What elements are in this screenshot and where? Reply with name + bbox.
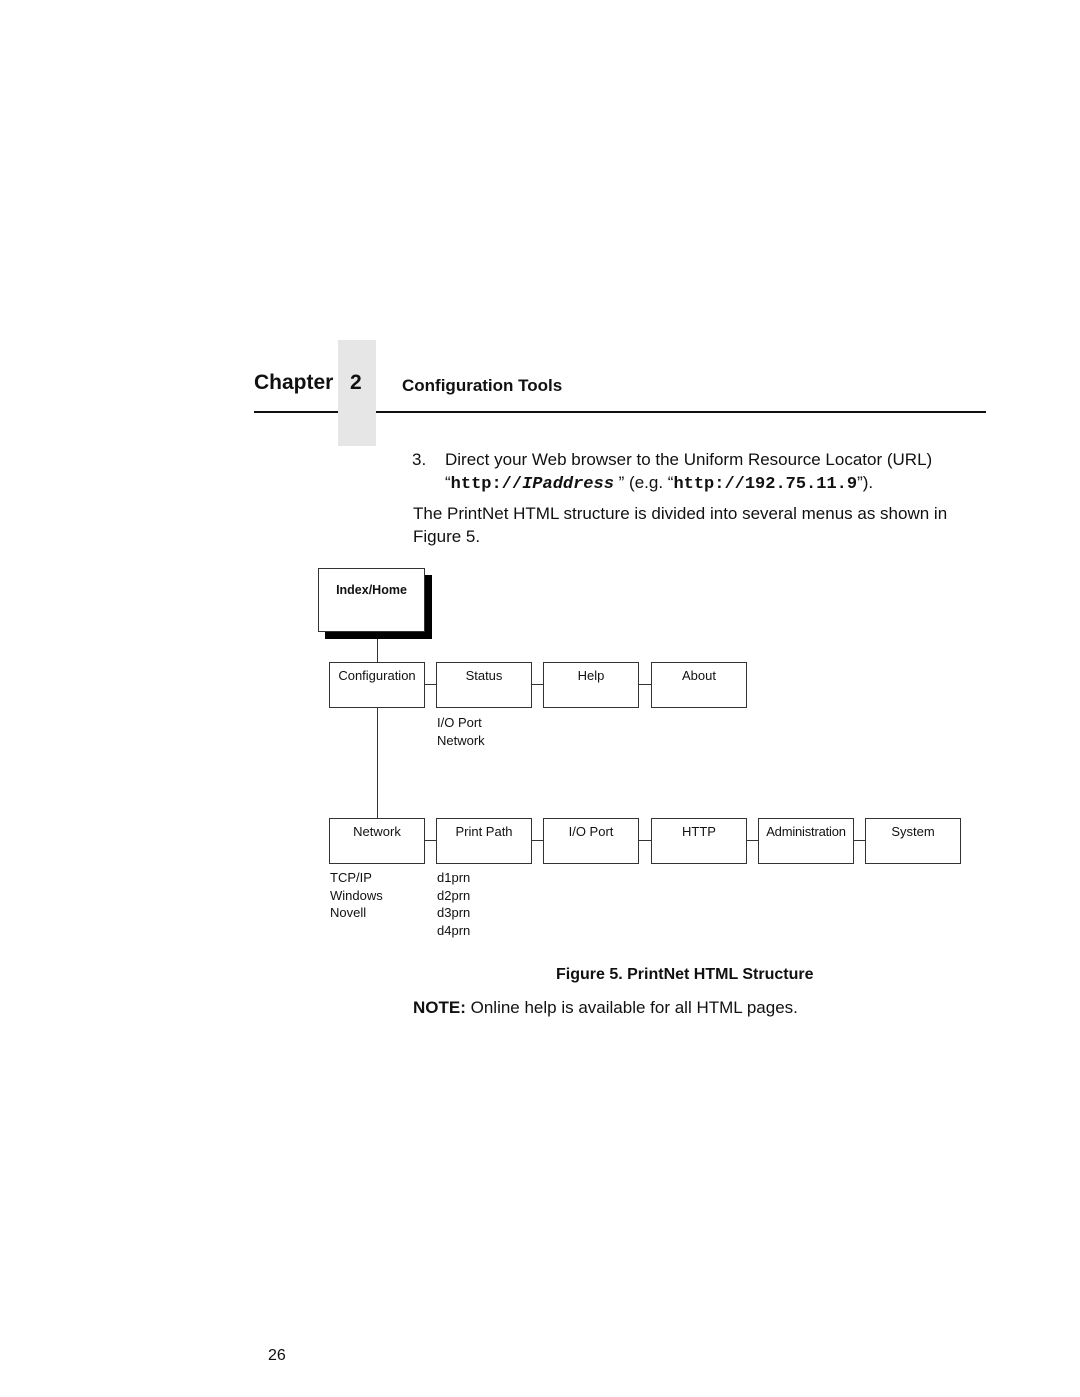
note: NOTE: Online help is available for all H… xyxy=(413,998,798,1018)
url-placeholder: IPaddress xyxy=(522,475,614,494)
status-children: I/O Port Network xyxy=(437,714,485,749)
connector-h xyxy=(425,840,436,841)
node-network: Network xyxy=(329,818,425,864)
connector-h xyxy=(532,840,543,841)
note-text: Online help is available for all HTML pa… xyxy=(465,998,798,1017)
url-prefix: http:// xyxy=(450,475,523,494)
node-configuration: Configuration xyxy=(329,662,425,708)
connector-h xyxy=(854,840,865,841)
print-path-children: d1prn d2prn d3prn d4prn xyxy=(437,869,470,939)
step-text-middle: ” (e.g. “ xyxy=(613,473,674,492)
list-item: d2prn xyxy=(437,887,471,903)
connector-h xyxy=(425,684,436,685)
node-print-path: Print Path xyxy=(436,818,532,864)
connector-config-network xyxy=(377,708,378,818)
network-children: TCP/IP Windows Novell xyxy=(330,869,383,922)
list-item: Windows xyxy=(330,887,383,903)
step-text-after: ”). xyxy=(857,473,874,492)
note-label: NOTE: xyxy=(413,998,466,1017)
list-item: d4prn xyxy=(437,922,471,938)
header-rule-left xyxy=(254,411,338,413)
node-io-port: I/O Port xyxy=(543,818,639,864)
list-item: TCP/IP xyxy=(330,870,372,885)
chapter-label: Chapter xyxy=(254,371,334,394)
node-status: Status xyxy=(436,662,532,708)
chapter-number: 2 xyxy=(350,371,362,394)
chapter-title: Configuration Tools xyxy=(402,376,563,395)
connector-h xyxy=(532,684,543,685)
connector-h xyxy=(639,840,651,841)
figure-caption: Figure 5. PrintNet HTML Structure xyxy=(556,966,814,983)
node-about: About xyxy=(651,662,747,708)
list-item: Novell xyxy=(330,905,367,920)
node-http: HTTP xyxy=(651,818,747,864)
header-rule-right xyxy=(376,411,986,413)
list-item: d3prn xyxy=(437,905,471,920)
list-item: d1prn xyxy=(437,870,471,885)
page-number: 26 xyxy=(268,1347,286,1364)
node-index-home: Index/Home xyxy=(318,568,425,632)
connector-h xyxy=(639,684,651,685)
list-item: Network xyxy=(437,732,485,748)
node-system: System xyxy=(865,818,961,864)
list-item: I/O Port xyxy=(437,715,482,730)
node-administration: Administration xyxy=(758,818,854,864)
step-text: Direct your Web browser to the Uniform R… xyxy=(445,448,985,496)
url-example: http://192.75.11.9 xyxy=(673,475,858,494)
node-help: Help xyxy=(543,662,639,708)
step-number: 3. xyxy=(412,450,427,469)
connector-h xyxy=(747,840,758,841)
intro-paragraph: The PrintNet HTML structure is divided i… xyxy=(413,504,948,546)
